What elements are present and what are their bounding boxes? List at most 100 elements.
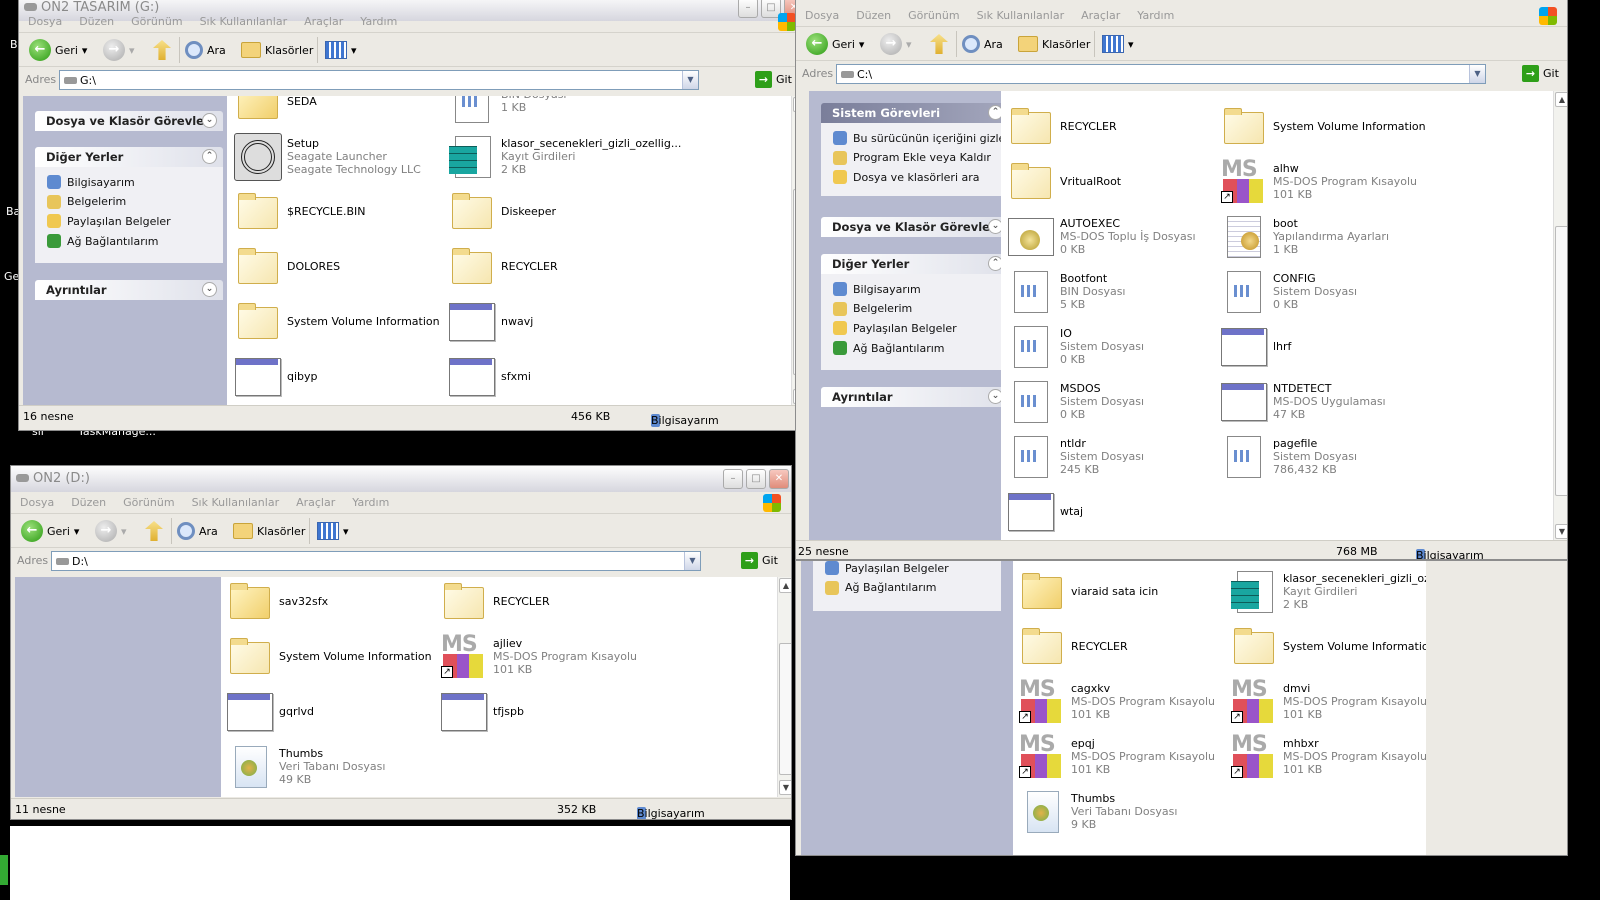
min-button[interactable]: –: [723, 469, 743, 489]
file-item[interactable]: $RECYCLE.BIN: [233, 187, 443, 235]
expand-chevron-icon[interactable]: ⌄: [988, 389, 1001, 404]
forward-button[interactable]: → ▾: [95, 519, 127, 543]
go-button[interactable]: → Git: [741, 552, 778, 569]
file-item[interactable]: System Volume Information: [1219, 102, 1429, 150]
file-item[interactable]: ↗ epqjMS-DOS Program Kısayolu101 KB: [1017, 732, 1227, 780]
file-item[interactable]: qibyp: [233, 352, 443, 400]
file-item[interactable]: ↗ dmviMS-DOS Program Kısayolu101 KB: [1229, 677, 1426, 725]
task-link[interactable]: Bilgisayarım: [833, 282, 921, 296]
section-header[interactable]: Dosya ve Klasör Görevleri ⌄: [821, 217, 1001, 237]
file-item[interactable]: CONFIG Sistem Dosyası 0 KB: [1219, 267, 1429, 315]
expand-chevron-icon[interactable]: ⌄: [202, 282, 217, 297]
task-link[interactable]: Bilgisayarım: [47, 175, 135, 189]
file-item[interactable]: ntldr Sistem Dosyası 245 KB: [1006, 432, 1216, 480]
file-item[interactable]: lhrf: [1219, 322, 1429, 370]
task-link[interactable]: Ağ Bağlantılarım: [833, 341, 945, 356]
address-input[interactable]: C:\ ▼: [836, 64, 1486, 84]
menu-item[interactable]: Yardım: [1128, 5, 1182, 22]
folders-button[interactable]: Klasörler: [1018, 32, 1090, 56]
file-item[interactable]: IO Sistem Dosyası 0 KB: [1006, 322, 1216, 370]
views-button[interactable]: ▾: [1102, 32, 1134, 56]
file-item[interactable]: SEDA: [233, 96, 443, 125]
up-button[interactable]: [145, 519, 163, 543]
menu-item[interactable]: Dosya: [19, 11, 70, 28]
menu-item[interactable]: Dosya: [796, 5, 847, 22]
file-item[interactable]: RECYCLER: [1017, 622, 1227, 670]
file-item[interactable]: Bootfont BIN Dosyası 5 KB: [1006, 267, 1216, 315]
menu-item[interactable]: Araçlar: [295, 11, 351, 28]
file-item[interactable]: Diskeeper: [447, 187, 657, 235]
menu-item[interactable]: Görünüm: [114, 492, 182, 509]
file-item[interactable]: System Volume Information: [1229, 622, 1426, 670]
menu-item[interactable]: Sık Kullanılanlar: [191, 11, 296, 28]
file-item[interactable]: gqrlvd: [225, 687, 435, 735]
file-item[interactable]: System Volume Information: [225, 632, 435, 680]
file-item[interactable]: Setup Seagate Launcher Seagate Technology …: [233, 132, 443, 181]
menu-item[interactable]: Araçlar: [1072, 5, 1128, 22]
menu-item[interactable]: Görünüm: [122, 11, 190, 28]
collapse-chevron-icon[interactable]: ⌃: [202, 149, 217, 164]
file-item[interactable]: klasor_secenekleri_gizli_ozellig...Kayıt…: [447, 132, 681, 180]
go-button[interactable]: → Git: [1522, 65, 1559, 82]
file-item[interactable]: Thumbs Veri Tabanı Dosyası 49 KB: [225, 742, 435, 790]
desktop-icon-label[interactable]: Ge: [4, 270, 19, 283]
dropdown-icon[interactable]: ▾: [121, 525, 127, 538]
file-item[interactable]: BIN Dosyası1 KB: [447, 96, 657, 125]
file-item[interactable]: klasor_secenekleri_gizli_ozellig...Kayıt…: [1229, 567, 1426, 615]
file-item[interactable]: VritualRoot: [1006, 157, 1216, 205]
vertical-scrollbar[interactable]: ▲▼: [777, 577, 791, 797]
expand-chevron-icon[interactable]: ⌄: [988, 219, 1001, 234]
task-link[interactable]: Bu sürücünün içeriğini gizle: [833, 131, 1001, 145]
dropdown-icon[interactable]: ▾: [74, 525, 80, 538]
scroll-down-button[interactable]: ▼: [779, 780, 791, 795]
file-item[interactable]: DOLORES: [233, 242, 443, 290]
file-item[interactable]: nwavj: [447, 297, 657, 345]
forward-button[interactable]: → ▾: [103, 38, 135, 62]
back-button[interactable]: ← Geri ▾: [21, 519, 79, 543]
title-bar[interactable]: ON2 (D:) – □ ✕: [11, 466, 791, 492]
vertical-scrollbar[interactable]: ▲▼: [1553, 91, 1567, 541]
section-header[interactable]: Ayrıntılar ⌄: [821, 387, 1001, 407]
file-item[interactable]: RECYCLER: [447, 242, 657, 290]
task-link[interactable]: Belgelerim: [47, 194, 126, 209]
file-item[interactable]: NTDETECT MS-DOS Uygulaması 47 KB: [1219, 377, 1429, 425]
file-item[interactable]: System Volume Information: [233, 297, 443, 345]
menu-item[interactable]: Düzen: [847, 5, 899, 22]
menu-item[interactable]: Dosya: [11, 492, 62, 509]
file-item[interactable]: boot Yapılandırma Ayarları 1 KB: [1219, 212, 1429, 260]
file-item[interactable]: sfxmi: [447, 352, 657, 400]
file-item[interactable]: AUTOEXEC MS-DOS Toplu İş Dosyası 0 KB: [1006, 212, 1216, 260]
views-button[interactable]: ▾: [325, 38, 357, 62]
file-item[interactable]: ↗ mhbxrMS-DOS Program Kısayolu101 KB: [1229, 732, 1426, 780]
scroll-thumb[interactable]: [779, 643, 791, 775]
section-header[interactable]: Diğer Yerler ⌃: [821, 254, 1001, 274]
file-item[interactable]: Thumbs Veri Tabanı Dosyası 9 KB: [1017, 787, 1227, 835]
menu-item[interactable]: Görünüm: [899, 5, 967, 22]
file-item[interactable]: ↗ alhwMS-DOS Program Kısayolu101 KB: [1219, 157, 1429, 205]
section-header[interactable]: Dosya ve Klasör Görevleri ⌄: [35, 111, 223, 131]
address-dropdown-button[interactable]: ▼: [1469, 65, 1485, 83]
dropdown-icon[interactable]: ▾: [906, 38, 912, 51]
file-item[interactable]: pagefile Sistem Dosyası 786,432 KB: [1219, 432, 1429, 480]
max-button[interactable]: □: [746, 469, 766, 489]
scroll-down-button[interactable]: ▼: [1555, 524, 1567, 539]
menu-item[interactable]: Yardım: [351, 11, 405, 28]
task-link[interactable]: Paylaşılan Belgeler: [47, 214, 171, 229]
up-button[interactable]: [930, 32, 948, 56]
file-item[interactable]: tfjspb: [439, 687, 649, 735]
address-input[interactable]: D:\ ▼: [51, 551, 701, 571]
menu-item[interactable]: Yardım: [343, 492, 397, 509]
search-button[interactable]: Ara: [177, 519, 218, 543]
task-link[interactable]: Ağ Bağlantılarım: [825, 580, 937, 595]
close-button[interactable]: ✕: [769, 469, 789, 489]
folders-button[interactable]: Klasörler: [233, 519, 305, 543]
desktop-icon-label[interactable]: B: [10, 38, 18, 51]
collapse-chevron-icon[interactable]: ⌃: [988, 105, 1001, 120]
collapse-chevron-icon[interactable]: ⌃: [988, 256, 1001, 271]
scroll-up-button[interactable]: ▲: [1555, 92, 1567, 107]
dropdown-icon[interactable]: ▾: [82, 44, 88, 57]
section-header[interactable]: Diğer Yerler ⌃: [35, 147, 223, 167]
search-button[interactable]: Ara: [185, 38, 226, 62]
expand-chevron-icon[interactable]: ⌄: [202, 113, 217, 128]
menu-item[interactable]: Düzen: [70, 11, 122, 28]
